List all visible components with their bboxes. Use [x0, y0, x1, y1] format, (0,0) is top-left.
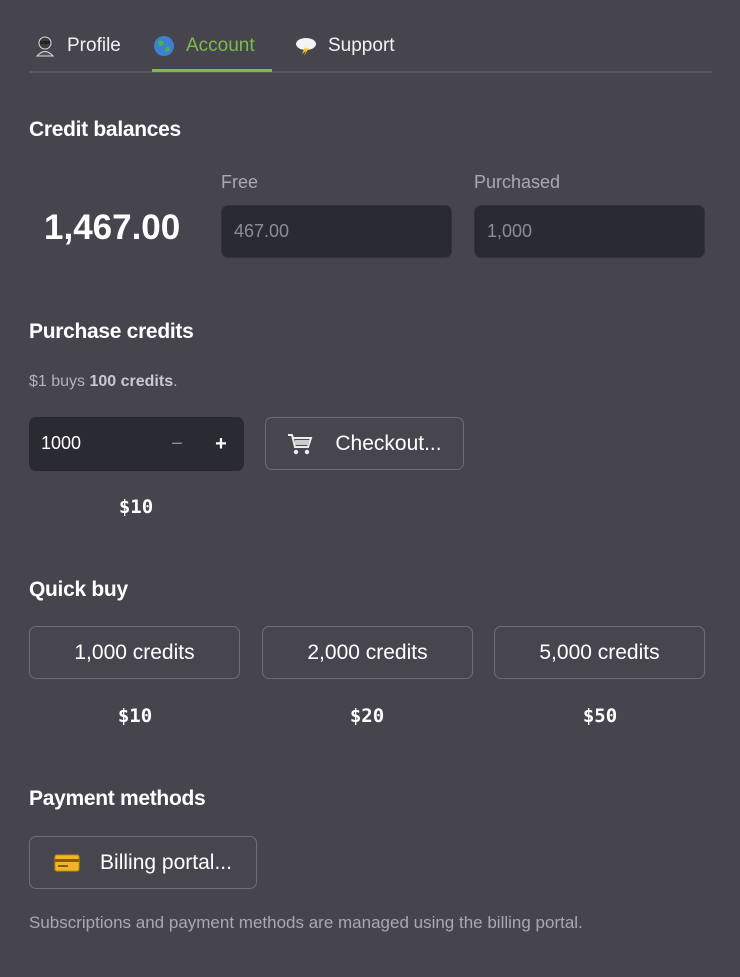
tab-label: Profile: [67, 34, 121, 56]
billing-portal-label: Billing portal...: [100, 850, 232, 874]
tab-support[interactable]: Support: [294, 22, 395, 69]
credit-card-icon: [54, 850, 80, 876]
billing-portal-button[interactable]: Billing portal...: [29, 836, 257, 889]
purchase-price: $10: [118, 496, 154, 518]
free-balance-field: 467.00: [221, 205, 452, 258]
shopping-cart-icon: [287, 431, 313, 457]
rate-prefix: $1 buys: [29, 373, 90, 390]
tab-label: Account: [186, 34, 255, 56]
purchased-balance-field: 1,000: [474, 205, 705, 258]
active-tab-indicator: [152, 69, 272, 72]
free-label: Free: [221, 172, 259, 192]
quick-buy-price: $10: [117, 705, 153, 727]
rate-amount: 100 credits: [89, 373, 174, 390]
billing-note: Subscriptions and payment methods are ma…: [29, 913, 583, 932]
section-heading-purchase-credits: Purchase credits: [29, 320, 194, 343]
tab-profile[interactable]: Profile: [33, 22, 121, 69]
quantity-stepper: 1000 − +: [29, 417, 244, 471]
increment-button[interactable]: +: [206, 427, 236, 461]
quick-buy-2000-button[interactable]: 2,000 credits: [262, 626, 473, 679]
total-balance: 1,467.00: [44, 208, 181, 247]
purchased-label: Purchased: [474, 172, 561, 192]
tab-bar: Profile Account Support: [29, 22, 712, 73]
decrement-button[interactable]: −: [162, 427, 192, 461]
user-icon: [33, 34, 57, 58]
quick-buy-5000-button[interactable]: 5,000 credits: [494, 626, 705, 679]
section-heading-payment-methods: Payment methods: [29, 787, 206, 810]
globe-icon: [152, 34, 176, 58]
section-heading-quick-buy: Quick buy: [29, 578, 128, 601]
quantity-input[interactable]: 1000: [41, 433, 81, 454]
credit-rate-note: $1 buys 100 credits.: [29, 373, 178, 391]
checkout-button[interactable]: Checkout...: [265, 417, 464, 470]
rate-suffix: .: [173, 373, 178, 390]
section-heading-credit-balances: Credit balances: [29, 118, 181, 141]
storm-cloud-icon: [294, 34, 318, 58]
tab-account[interactable]: Account: [152, 22, 255, 69]
checkout-label: Checkout...: [335, 431, 442, 455]
quick-buy-1000-button[interactable]: 1,000 credits: [29, 626, 240, 679]
quick-buy-price: $50: [582, 705, 618, 727]
quick-buy-price: $20: [349, 705, 385, 727]
tab-label: Support: [328, 34, 395, 56]
